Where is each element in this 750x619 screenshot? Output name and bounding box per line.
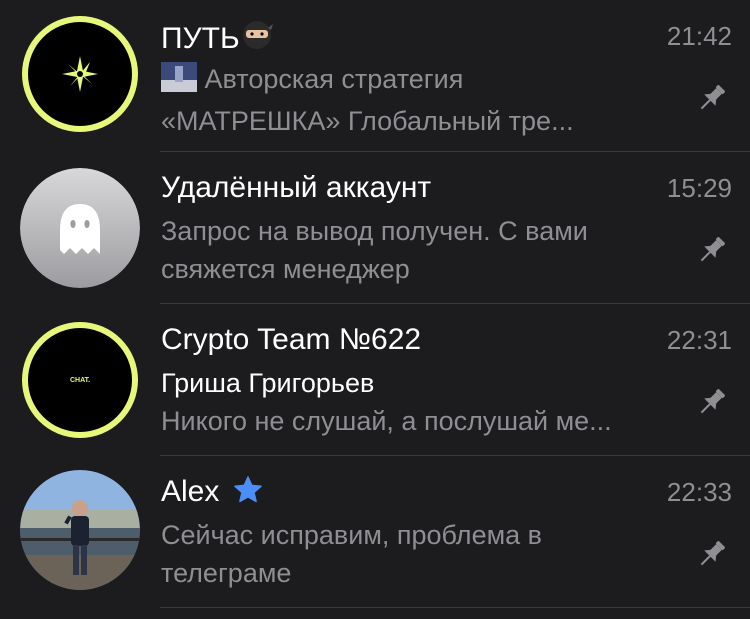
chat-row-crypto-team[interactable]: CHAT. Crypto Team №622 22:31 Гриша Григо… [0,304,750,456]
pin-icon [700,388,726,414]
chat-time: 21:42 [666,21,732,51]
avatar [20,470,140,590]
ninja-emoji-icon [240,18,274,61]
chat-title: ПУТЬ [161,18,274,61]
thumbnail-icon [161,62,197,102]
avatar [20,14,140,134]
chat-preview: Сейчас исправим, проблема в телеграме [161,520,543,588]
ghost-icon [60,204,100,254]
chat-title: Crypto Team №622 [161,323,422,356]
chat-row-alex[interactable]: Alex 22:33 Сейчас исправим, проблема в т… [0,456,750,608]
pin-icon [700,84,726,110]
avatar [20,168,140,288]
chat-time: 15:29 [666,173,732,203]
avatar: CHAT. [20,320,140,440]
chat-preview: Гриша Григорьев Никого не слушай, а посл… [161,364,681,440]
premium-star-icon [233,476,262,503]
chat-preview: Запрос на вывод получен. С вами свяжется… [161,216,588,284]
sender-name: Гриша Григорьев [161,368,375,398]
chat-list: ПУТЬ 21:42 Авторская стратегия «МАТРЕШКА… [0,0,750,619]
chat-row-put[interactable]: ПУТЬ 21:42 Авторская стратегия «МАТРЕШКА… [0,0,750,152]
chat-title: Alex [161,474,264,510]
chat-title: Удалённый аккаунт [161,171,432,204]
chat-time: 22:31 [666,325,732,355]
divider [160,607,750,608]
chat-preview: Авторская стратегия «МАТРЕШКА» Глобальны… [161,62,574,136]
pin-icon [700,540,726,566]
chat-time: 22:33 [666,477,732,507]
pin-icon [700,236,726,262]
chat-row-deleted-account[interactable]: Удалённый аккаунт 15:29 Запрос на вывод … [0,152,750,304]
avatar-label: CHAT. [70,377,90,384]
